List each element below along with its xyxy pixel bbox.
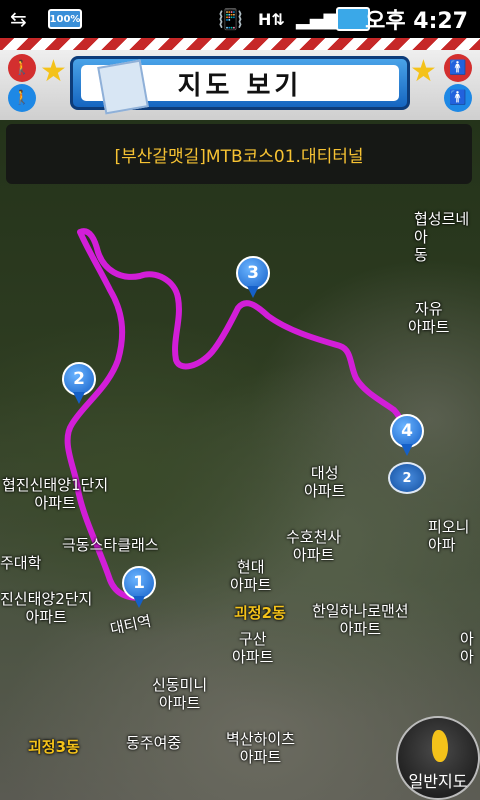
map-label-daehak: 주대학 [0,554,42,572]
data-transfer-icon: H⇅ [258,9,285,29]
marker-number: 3 [236,256,270,290]
marker-pin-tip [401,444,413,456]
vibrate-icon: 📳 [218,7,243,31]
clock: 오후 4:27 [365,9,468,34]
marker-number: 1 [122,566,156,600]
map-label-jinsin2: 진신태양2단지 아파트 [0,590,93,626]
map-label-goejeong3: 괴정3동 [28,738,80,756]
route-marker-4[interactable]: 4 [390,414,426,458]
usb-icon: ⇆ [10,7,27,31]
star-icon: ★ [410,54,437,89]
route-marker-3[interactable]: 3 [236,256,272,300]
map-label-hanil: 한일하나로맨션 아파트 [312,602,409,638]
general-map-button[interactable]: 일반지도 [396,716,480,800]
marker-pin-tip [133,596,145,608]
map-label-gukdong: 극동스타클래스 [62,536,159,554]
map-label-hyundai: 현대 아파트 [230,558,272,594]
satellite-map[interactable]: 협성르네 아 동 자유 아파트 협진신태양1단지 아파트 대성 아파트 피오니 아파 주대학… [0,120,480,800]
korea-map-icon [432,730,448,762]
map-label-gusan: 구산 아파트 [232,630,274,666]
pedestrian-red-icon[interactable]: 🚶 [8,54,36,82]
marker-pin-tip [247,286,259,298]
map-label-piony: 피오니 아파 [428,518,470,554]
page-title: 지도 보기 [177,70,303,101]
map-label-daeseong: 대성 아파트 [304,464,346,500]
left-button-group: 🚶 🚶 [6,52,38,116]
map-label-dongju: 동주여중 [126,734,182,752]
route-layer [64,228,407,601]
status-bar: ⇆ 100% 📳 H⇅ ▂▄▆█ 오후 4:27 [0,0,480,38]
header-stripe [0,38,480,50]
star-icon: ★ [40,54,67,89]
map-label-sindong: 신동미니 아파트 [152,676,208,712]
map-label-byeoksan: 벽산하이츠 아파트 [226,730,296,766]
map-label-jayu: 자유 아파트 [408,300,450,336]
general-map-label: 일반지도 [408,772,468,791]
map-label-suho: 수호천사 아파트 [286,528,342,564]
title-box: 지도 보기 [70,56,410,115]
route-marker-1[interactable]: 1 [122,566,158,610]
course-name-bar: [부산갈맷길]MTB코스01.대티터널 [6,124,472,184]
person-red-icon[interactable]: 🚹 [444,54,472,82]
map-sign-icon [97,59,149,115]
map-label-right-edge: 아아 [460,630,474,666]
right-button-group: 🚹 🚹 [442,52,474,116]
marker-pin-tip [73,392,85,404]
marker-number: 4 [390,414,424,448]
marker-number: 2 [62,362,96,396]
route-marker-2[interactable]: 2 [62,362,98,406]
course-name: [부산갈맷길]MTB코스01.대티터널 [114,146,364,167]
cluster-badge[interactable]: 2 [388,462,426,494]
map-label-goejeong2: 괴정2동 [234,604,286,622]
battery-indicator: 100% [48,9,82,29]
map-label-jinsin1: 협진신태양1단지 아파트 [2,476,109,512]
person-blue-icon[interactable]: 🚹 [444,84,472,112]
map-label-hyupseong: 협성르네 아 동 [414,210,470,264]
pedestrian-blue-icon[interactable]: 🚶 [8,84,36,112]
app-header: 🚶 🚶 ★ 지도 보기 ★ 🚹 🚹 [0,38,480,120]
